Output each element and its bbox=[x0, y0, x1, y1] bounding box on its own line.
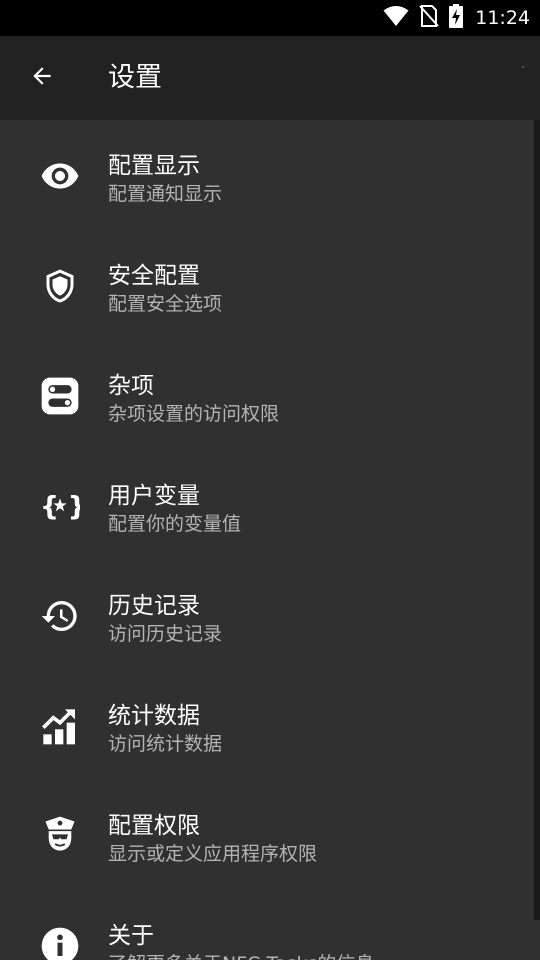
item-title: 历史记录 bbox=[108, 593, 200, 619]
variable-braces-icon: { } bbox=[40, 486, 80, 526]
settings-item-display[interactable]: 配置显示 配置通知显示 bbox=[0, 120, 534, 230]
item-subtitle: 访问历史记录 bbox=[108, 623, 223, 645]
battery-charging-icon bbox=[449, 4, 464, 32]
settings-item-security[interactable]: 安全配置 配置安全选项 bbox=[0, 230, 534, 340]
eye-icon bbox=[40, 156, 80, 196]
item-subtitle: 显示或定义应用程序权限 bbox=[108, 843, 318, 865]
settings-item-variables[interactable]: { } 用户变量 配置你的变量值 bbox=[0, 450, 534, 560]
wifi-icon bbox=[383, 5, 409, 31]
item-subtitle: 配置通知显示 bbox=[108, 183, 223, 205]
scrollbar[interactable] bbox=[534, 120, 540, 920]
settings-item-misc[interactable]: 杂项 杂项设置的访问权限 bbox=[0, 340, 534, 450]
settings-list: 配置显示 配置通知显示 安全配置 配置安全选项 杂项 杂项设置的访问权限 { } bbox=[0, 120, 540, 960]
shield-icon bbox=[40, 266, 80, 306]
item-title: 杂项 bbox=[108, 373, 154, 399]
no-sim-icon bbox=[419, 5, 439, 31]
item-subtitle: 杂项设置的访问权限 bbox=[108, 403, 280, 425]
chart-trending-icon bbox=[40, 706, 80, 746]
item-subtitle: 了解更多关于NFC Tasks的信息 bbox=[108, 949, 374, 960]
appbar-dot bbox=[522, 66, 524, 68]
item-title: 用户变量 bbox=[108, 483, 200, 509]
toggle-switches-icon bbox=[40, 376, 80, 416]
settings-item-history[interactable]: 历史记录 访问历史记录 bbox=[0, 560, 534, 670]
page-title: 设置 bbox=[108, 62, 162, 93]
status-time: 11:24 bbox=[475, 7, 530, 29]
status-icons: 11:24 bbox=[383, 0, 530, 36]
item-title: 配置显示 bbox=[108, 153, 200, 179]
status-bar: 11:24 bbox=[0, 0, 540, 36]
item-title: 统计数据 bbox=[108, 703, 200, 729]
item-subtitle: 配置你的变量值 bbox=[108, 513, 242, 535]
item-title: 配置权限 bbox=[108, 813, 200, 839]
police-officer-icon bbox=[40, 816, 80, 856]
arrow-back-icon bbox=[29, 63, 55, 93]
settings-item-about[interactable]: 关于 了解更多关于NFC Tasks的信息 bbox=[0, 890, 534, 960]
svg-text:}: } bbox=[68, 492, 80, 523]
info-icon bbox=[40, 926, 80, 960]
svg-text:{: { bbox=[40, 492, 59, 523]
scrollbar-thumb[interactable] bbox=[534, 120, 540, 920]
history-icon bbox=[40, 596, 80, 636]
item-subtitle: 访问统计数据 bbox=[108, 733, 223, 755]
settings-item-permissions[interactable]: 配置权限 显示或定义应用程序权限 bbox=[0, 780, 534, 890]
item-title: 关于 bbox=[108, 923, 154, 949]
item-title: 安全配置 bbox=[108, 263, 200, 289]
app-bar: 设置 bbox=[0, 36, 540, 120]
back-button[interactable] bbox=[22, 58, 62, 98]
settings-item-statistics[interactable]: 统计数据 访问统计数据 bbox=[0, 670, 534, 780]
item-subtitle: 配置安全选项 bbox=[108, 293, 223, 315]
